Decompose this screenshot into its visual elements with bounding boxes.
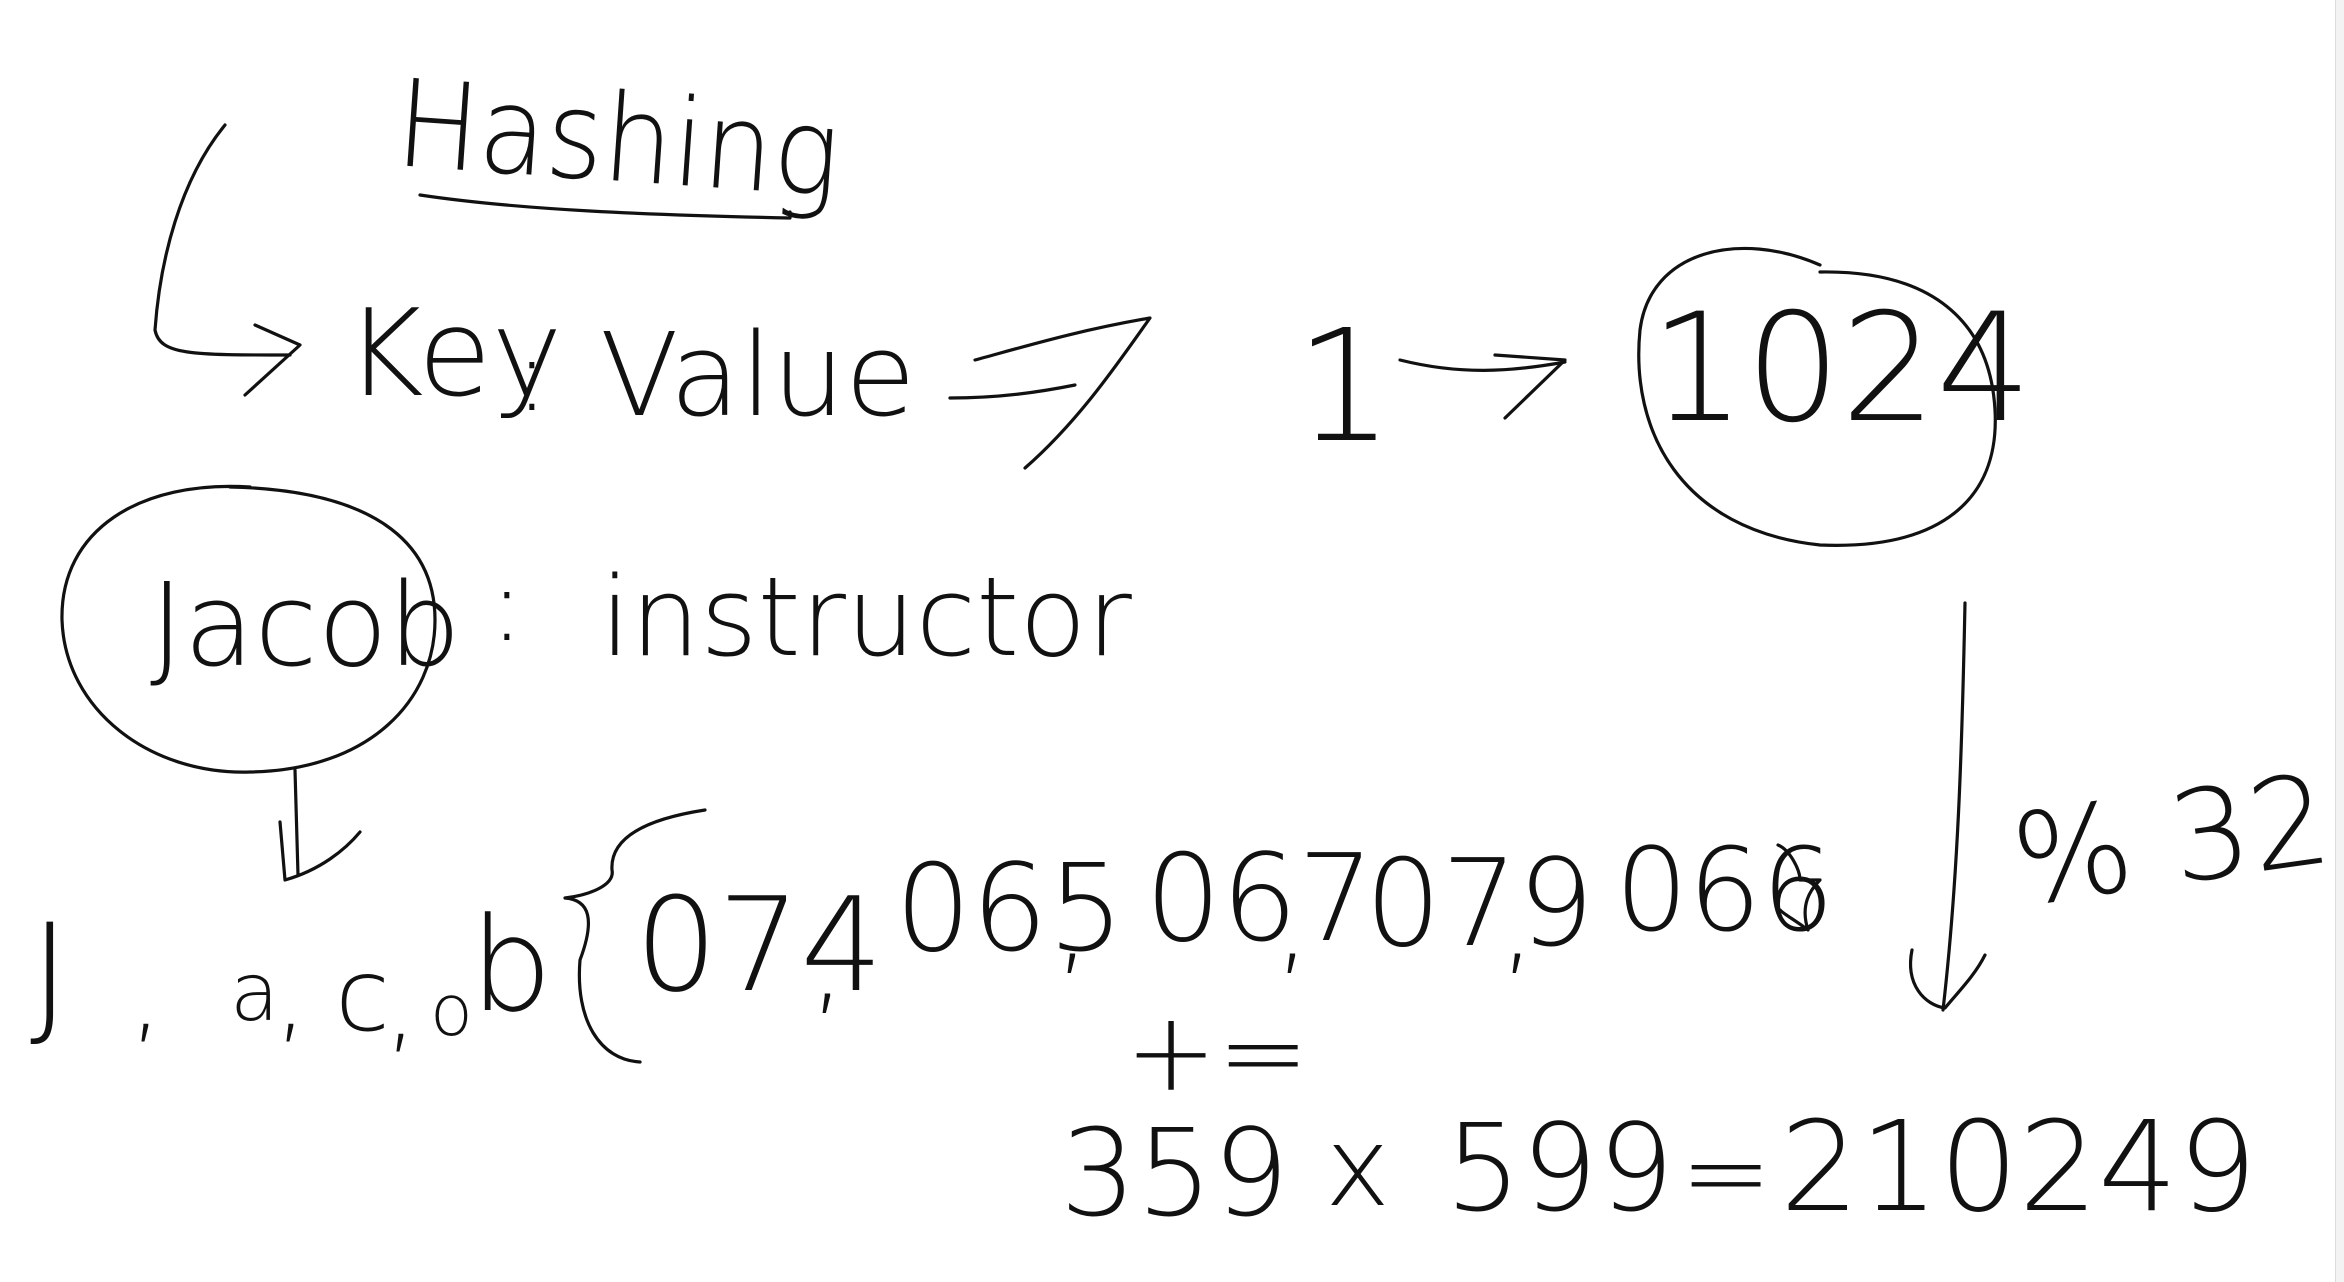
implies-arrow-top	[973, 316, 1152, 470]
char-j: J	[30, 895, 70, 1052]
char-o: o	[430, 970, 473, 1052]
codes-comma-3: ,	[1275, 858, 1310, 986]
index-value: 1	[1295, 296, 1394, 477]
whiteboard-canvas[interactable]: Hashing Key : Value 1 1024 Jacob : instr…	[0, 0, 2344, 1282]
code-079: 079	[1365, 835, 1594, 974]
key-value-separator: :	[515, 317, 549, 434]
computation-left: 359	[1060, 1105, 1289, 1244]
example-to-chars-arrowhead	[278, 820, 362, 882]
example-separator: :	[490, 547, 524, 664]
vertical-scrollbar[interactable]	[2335, 0, 2344, 1282]
modulo-expression: % 329	[2004, 736, 2344, 935]
implies-arrow-bottom	[948, 383, 1077, 400]
hash-down-arrow	[1941, 601, 1967, 1012]
example-to-chars-arrow	[293, 768, 300, 877]
example-value: instructor	[600, 553, 1133, 681]
char-a: a	[230, 946, 279, 1039]
codes-comma-2: ,	[1055, 858, 1090, 986]
title-to-key-arrow	[153, 123, 292, 357]
chars-comma-2: ,	[275, 937, 307, 1054]
chars-commas: ,	[130, 937, 162, 1054]
computation-operator: x	[1325, 1103, 1390, 1231]
code-066: 066	[1615, 824, 1835, 958]
ink-layer: Hashing Key : Value 1 1024 Jacob : instr…	[30, 54, 2344, 1244]
char-c: c	[335, 937, 390, 1054]
index-to-hash-arrow	[1398, 358, 1567, 372]
code-074: 074	[635, 869, 883, 1021]
value-label: Value	[600, 309, 916, 443]
chars-comma-3: ,	[385, 947, 417, 1064]
code-067: 067	[1145, 830, 1374, 969]
computation-result: 210249	[1780, 1095, 2257, 1240]
codes-comma-1: ,	[810, 898, 845, 1026]
codes-comma-4: ,	[1500, 858, 1535, 986]
example-key: Jacob	[150, 559, 461, 693]
char-b: b	[470, 889, 553, 1041]
hash-result: 1024	[1650, 282, 2032, 456]
computation-right: 599	[1445, 1100, 1674, 1239]
accumulate-operator: +=	[1125, 988, 1309, 1116]
computation-equals: =	[1680, 1108, 1772, 1236]
title-to-key-arrowhead	[243, 323, 302, 397]
